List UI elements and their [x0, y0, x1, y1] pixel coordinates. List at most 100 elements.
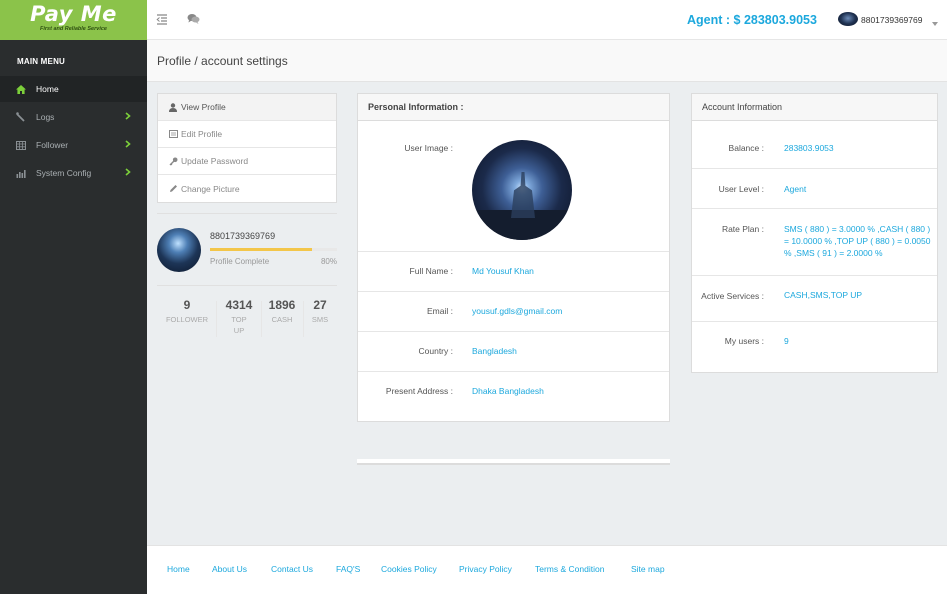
- brand-name: Pay Me: [30, 2, 117, 26]
- pencil-icon: [168, 184, 178, 194]
- full-name-row: Full Name : Md Yousuf Khan: [358, 251, 669, 291]
- footer-link-faq[interactable]: FAQ'S: [336, 564, 360, 574]
- sidebar: Pay Me First and Reliable Service MAIN M…: [0, 0, 147, 594]
- avatar[interactable]: [838, 12, 858, 26]
- account-info-panel: Account Information Balance : 283803.905…: [691, 93, 938, 373]
- chat-icon[interactable]: [187, 13, 201, 27]
- field-value: Md Yousuf Khan: [472, 266, 534, 276]
- footer: Home About Us Contact Us FAQ'S Cookies P…: [147, 545, 947, 594]
- view-profile-link[interactable]: View Profile: [158, 94, 336, 121]
- profile-nav: View Profile Edit Profile Update Passwor…: [157, 93, 337, 203]
- profile-progress-fill: [210, 248, 312, 251]
- stat-label: FOLLOWER: [165, 315, 209, 324]
- sidebar-item-system-config[interactable]: System Config: [0, 160, 147, 186]
- brand-tagline: First and Reliable Service: [40, 26, 107, 32]
- stat-label: SMS: [311, 315, 329, 324]
- field-value: yousuf.gdls@gmail.com: [472, 306, 563, 316]
- avatar: [157, 228, 201, 272]
- stat-label: CASH: [271, 315, 293, 324]
- field-label: Rate Plan :: [721, 224, 764, 234]
- rate-plan-row: Rate Plan : SMS ( 880 ) = 3.0000 % ,CASH…: [692, 208, 937, 275]
- sidebar-item-label: System Config: [36, 168, 92, 178]
- app-root: Pay Me First and Reliable Service MAIN M…: [0, 0, 947, 594]
- panel-title: Account Information: [692, 94, 937, 121]
- caret-down-icon[interactable]: [932, 18, 938, 26]
- stat-value: 4314: [225, 298, 253, 312]
- field-label: Full Name :: [409, 266, 453, 276]
- profile-complete-label: Profile Complete: [210, 257, 270, 266]
- user-icon: [168, 102, 178, 112]
- field-value: CASH,SMS,TOP UP: [784, 290, 863, 300]
- profile-name: 8801739369769: [210, 231, 276, 241]
- sidebar-item-label: Logs: [36, 112, 55, 122]
- divider: [157, 213, 337, 214]
- logs-icon: [15, 111, 27, 123]
- email-row: Email : yousuf.gdls@gmail.com: [358, 291, 669, 331]
- topbar: Agent : $ 283803.9053 8801739369769: [147, 0, 947, 40]
- address-row: Present Address : Dhaka Bangladesh: [358, 371, 669, 422]
- update-password-link[interactable]: Update Password: [158, 148, 336, 175]
- update-password-label: Update Password: [181, 156, 249, 166]
- stat-value: 9: [183, 298, 191, 312]
- stat-follower: 9 FOLLOWER: [161, 298, 213, 325]
- field-value: SMS ( 880 ) = 3.0000 % ,CASH ( 880 ) = 1…: [784, 224, 931, 258]
- field-label: Country :: [418, 346, 454, 356]
- logo[interactable]: Pay Me First and Reliable Service: [0, 0, 147, 40]
- footer-link-about[interactable]: About Us: [212, 564, 247, 574]
- menu-title: MAIN MENU: [17, 57, 66, 66]
- personal-info-panel: Personal Information : User Image : Full…: [357, 93, 670, 422]
- my-users-row: My users : 9: [692, 321, 937, 373]
- sidebar-item-logs[interactable]: Logs: [0, 104, 147, 130]
- field-value: 9: [784, 336, 789, 346]
- footer-link-home[interactable]: Home: [167, 564, 190, 574]
- chevron-right-icon: [125, 140, 133, 150]
- user-image-row: User Image :: [358, 121, 669, 251]
- view-profile-label: View Profile: [181, 102, 226, 112]
- chart-icon: [15, 167, 27, 179]
- field-label: My users :: [724, 336, 764, 346]
- user-image-label: User Image :: [404, 143, 453, 153]
- list-alt-icon: [168, 129, 178, 139]
- change-picture-link[interactable]: Change Picture: [158, 175, 336, 202]
- chevron-right-icon: [125, 112, 133, 122]
- divider: [303, 301, 304, 337]
- profile-progress-bar: [210, 248, 337, 251]
- user-menu-name[interactable]: 8801739369769: [861, 15, 922, 25]
- stats-row: 9 FOLLOWER 4314 TOP UP 1896 CASH 27 SMS: [157, 298, 337, 342]
- footer-link-terms[interactable]: Terms & Condition: [535, 564, 604, 574]
- field-label: Balance :: [728, 143, 764, 153]
- sidebar-item-label: Home: [36, 84, 59, 94]
- stat-value: 27: [313, 298, 327, 312]
- sidebar-item-label: Follower: [36, 140, 69, 150]
- home-icon: [15, 83, 27, 95]
- field-value: Bangladesh: [472, 346, 517, 356]
- page-title: Profile / account settings: [157, 54, 288, 68]
- footer-link-cookies[interactable]: Cookies Policy: [381, 564, 437, 574]
- table-icon: [15, 139, 27, 151]
- field-label: Email :: [427, 306, 453, 316]
- edit-profile-label: Edit Profile: [181, 129, 223, 139]
- footer-link-privacy[interactable]: Privacy Policy: [459, 564, 512, 574]
- menu-toggle-icon[interactable]: [156, 13, 170, 27]
- stat-label: TOP UP: [231, 315, 247, 335]
- edit-profile-link[interactable]: Edit Profile: [158, 121, 336, 148]
- footer-link-contact[interactable]: Contact Us: [271, 564, 313, 574]
- field-label: User Level :: [718, 184, 764, 194]
- user-profile-image: [472, 140, 572, 240]
- field-value: Dhaka Bangladesh: [472, 386, 544, 396]
- active-services-row: Active Services : CASH,SMS,TOP UP: [692, 275, 937, 321]
- key-icon: [168, 156, 178, 166]
- divider: [157, 285, 337, 286]
- image-castle: [511, 172, 535, 218]
- field-value: 283803.9053: [784, 143, 834, 153]
- field-value: Agent: [784, 184, 807, 194]
- sidebar-item-follower[interactable]: Follower: [0, 132, 147, 158]
- change-picture-label: Change Picture: [181, 183, 240, 194]
- country-row: Country : Bangladesh: [358, 331, 669, 371]
- chevron-right-icon: [125, 168, 133, 178]
- profile-summary: 8801739369769 Profile Complete 80%: [157, 224, 337, 276]
- sidebar-item-home[interactable]: Home: [0, 76, 147, 102]
- footer-link-sitemap[interactable]: Site map: [631, 564, 665, 574]
- stat-value: 1896: [268, 298, 296, 312]
- divider: [216, 301, 217, 337]
